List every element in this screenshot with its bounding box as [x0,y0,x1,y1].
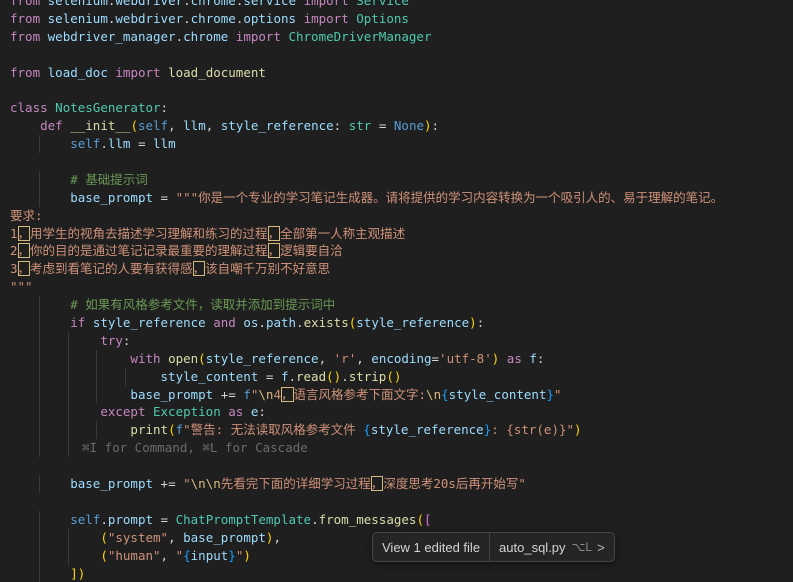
indent-guide [39,403,40,421]
indent-guide [39,565,40,582]
code-line[interactable]: ]) [0,565,793,582]
indent-guide [68,547,69,565]
inline-command-hint: ⌘I for Command, ⌘L for Cascade [0,439,793,457]
code-line[interactable]: self.llm = llm [0,135,793,153]
indent-guide [39,171,40,189]
code-line[interactable]: 2，你的目的是通过笔记记录最重要的理解过程，逻辑要自洽 [0,242,793,260]
indent-guide [96,350,97,368]
code-line[interactable]: 1，用学生的视角去描述学习理解和练习的过程，全部第一人称主观描述 [0,225,793,243]
indent-guide [39,511,40,529]
code-line[interactable] [0,81,793,99]
code-line[interactable]: style_content = f.read().strip() [0,368,793,386]
code-line[interactable]: def __init__(self, llm, style_reference:… [0,117,793,135]
indent-guide [96,421,97,439]
indent-guide [68,332,69,350]
code-line[interactable]: from selenium.webdriver.chrome.service i… [0,0,793,10]
indent-guide [39,135,40,153]
file-name-label: auto_sql.py [499,540,566,555]
open-file-button[interactable]: auto_sql.py ⌥L > [490,533,614,561]
code-line[interactable] [0,153,793,171]
indent-guide [39,189,40,207]
indent-guide [68,403,69,421]
indent-guide [68,529,69,547]
code-line[interactable]: with open(style_reference, 'r', encoding… [0,350,793,368]
indent-guide [39,475,40,493]
code-line[interactable]: 要求: [0,207,793,225]
code-line[interactable]: 3，考虑到看笔记的人要有获得感，该自嘲千万别不好意思 [0,260,793,278]
indent-guide [39,332,40,350]
indent-guide [68,368,69,386]
code-line[interactable]: self.prompt = ChatPromptTemplate.from_me… [0,511,793,529]
code-line[interactable]: # 基础提示词 [0,171,793,189]
code-line[interactable]: """ [0,278,793,296]
indent-guide [39,421,40,439]
code-line[interactable]: if style_reference and os.path.exists(st… [0,314,793,332]
code-line[interactable]: print(f"警告: 无法读取风格参考文件 {style_reference}… [0,421,793,439]
indent-guide [68,386,69,404]
indent-guide [125,368,126,386]
code-line[interactable] [0,457,793,475]
inline-hint-text: ⌘I for Command, ⌘L for Cascade [82,440,308,455]
indent-guide [39,547,40,565]
code-line[interactable]: # 如果有风格参考文件，读取并添加到提示词中 [0,296,793,314]
chevron-right-icon: > [597,540,605,555]
indent-guide [39,314,40,332]
code-line[interactable]: base_prompt += f"\n4，语言风格参考下面文字:\n{style… [0,386,793,404]
code-line[interactable]: from load_doc import load_document [0,64,793,82]
code-line[interactable]: base_prompt += "\n\n先看完下面的详细学习过程，深度思考20s… [0,475,793,493]
code-editor[interactable]: from selenium.webdriver.chrome.service i… [0,0,793,582]
indent-guide [96,368,97,386]
code-line[interactable]: base_prompt = """你是一个专业的学习笔记生成器。请将提供的学习内… [0,189,793,207]
shortcut-hint: ⌥L [572,540,593,554]
indent-guide [39,368,40,386]
indent-guide [68,439,69,457]
code-line[interactable] [0,493,793,511]
code-line[interactable]: class NotesGenerator: [0,99,793,117]
view-edited-files-label: View 1 edited file [382,540,480,555]
code-line[interactable]: try: [0,332,793,350]
code-line[interactable]: from selenium.webdriver.chrome.options i… [0,10,793,28]
indent-guide [39,529,40,547]
edited-files-popup: View 1 edited file auto_sql.py ⌥L > [372,532,615,562]
indent-guide [39,350,40,368]
indent-guide [39,386,40,404]
indent-guide [68,421,69,439]
indent-guide [39,439,40,457]
code-line[interactable]: except Exception as e: [0,403,793,421]
code-line[interactable] [0,46,793,64]
indent-guide [68,350,69,368]
indent-guide [39,296,40,314]
code-line[interactable]: from webdriver_manager.chrome import Chr… [0,28,793,46]
view-edited-files-button[interactable]: View 1 edited file [373,533,489,561]
indent-guide [96,386,97,404]
